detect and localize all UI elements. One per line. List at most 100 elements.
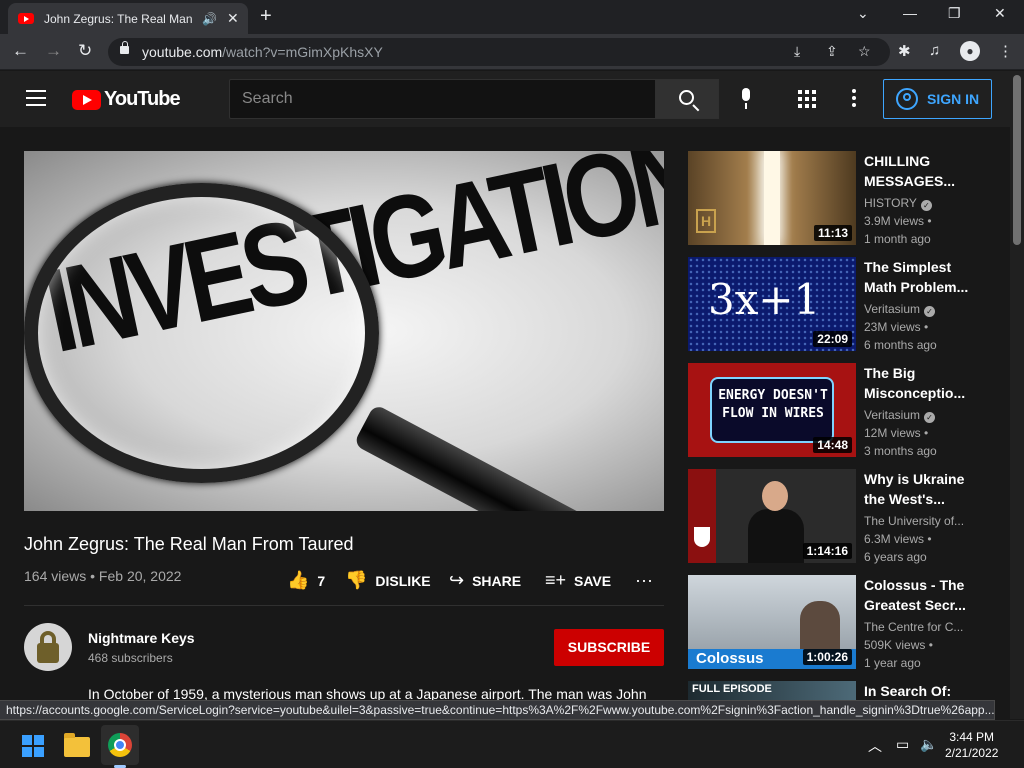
channel-avatar[interactable] [24, 623, 72, 671]
thumbnail-text: FULL EPISODE [692, 683, 772, 695]
channel-subscriber-count: 468 subscribers [88, 651, 173, 665]
settings-kebab-icon[interactable] [852, 89, 856, 109]
chrome-icon[interactable] [108, 733, 132, 757]
bookmark-star-icon[interactable]: ☆ [858, 43, 871, 60]
recommendation-item[interactable]: 1:14:16 Why is Ukraine the West's... The… [688, 469, 988, 564]
more-actions-button[interactable]: ··· [635, 570, 661, 591]
recommendation-item[interactable]: H 11:13 CHILLING MESSAGES... HISTORY ✓ 3.… [688, 151, 988, 246]
like-count: 7 [317, 572, 326, 589]
recommendation-thumbnail[interactable]: H 11:13 [688, 151, 856, 245]
url-text[interactable]: youtube.com/watch?v=mGimXpKhsXY [142, 44, 383, 60]
recommendation-title[interactable]: In Search Of: [864, 681, 974, 700]
page-scrollbar[interactable] [1010, 71, 1024, 719]
recommendation-views: 23M views • [864, 320, 929, 334]
search-button[interactable] [655, 79, 719, 119]
magnifying-glass-lens [24, 183, 379, 483]
video-views-date: 164 views • Feb 20, 2022 [24, 568, 182, 584]
video-duration: 11:13 [813, 225, 852, 241]
youtube-favicon-icon [18, 13, 34, 24]
share-page-icon[interactable]: ⇪ [826, 43, 838, 60]
install-app-icon[interactable]: ⤓ [794, 43, 800, 60]
windows-start-icon[interactable] [22, 735, 44, 757]
recommendation-thumbnail[interactable]: 3x+1 22:09 [688, 257, 856, 351]
back-arrow-icon[interactable]: ← [12, 41, 29, 61]
browser-toolbar: ← → ↻ youtube.com/watch?v=mGimXpKhsXY ⤓ … [0, 34, 1024, 70]
sign-in-button[interactable]: SIGN IN [883, 79, 992, 119]
search-icon [679, 90, 694, 105]
taskbar-clock[interactable]: 3:44 PM 2/21/2022 [945, 729, 998, 761]
windows-taskbar: ︿ ▭ 🔈 3:44 PM 2/21/2022 [0, 720, 1024, 768]
channel-name[interactable]: Nightmare Keys [88, 630, 195, 646]
youtube-play-logo-icon [72, 89, 101, 110]
thumbnail-text: 3x+1 [708, 275, 821, 324]
recommendation-item[interactable]: 3x+1 22:09 The Simplest Math Problem... … [688, 257, 988, 352]
dislike-button[interactable]: 👎 DISLIKE [345, 570, 431, 591]
speaker-icon[interactable]: 🔊 [202, 12, 217, 26]
reload-icon[interactable]: ↻ [78, 41, 92, 61]
recommendation-channel: Veritasium ✓ [864, 408, 974, 423]
divider [24, 605, 664, 606]
minimize-window-icon[interactable]: — [903, 5, 917, 21]
close-tab-icon[interactable]: ✕ [227, 10, 239, 27]
recommendation-thumbnail[interactable]: Colossus 1:00:26 [688, 575, 856, 669]
tab-title: John Zegrus: The Real Man From Taured - … [44, 11, 194, 26]
profile-avatar-icon[interactable]: ● [960, 41, 980, 61]
thumbnail-text: ENERGY DOESN'T FLOW IN WIRES [718, 388, 828, 421]
recommendation-item[interactable]: Colossus 1:00:26 Colossus - The Greatest… [688, 575, 988, 670]
share-button[interactable]: ↪ SHARE [449, 570, 521, 591]
tab-search-chevron-icon[interactable]: ⌄ [857, 5, 869, 22]
university-crest-icon [694, 527, 710, 547]
network-icon[interactable]: ▭ [896, 736, 909, 753]
share-label: SHARE [472, 572, 522, 589]
video-duration: 1:14:16 [802, 543, 852, 559]
recommendation-title[interactable]: CHILLING MESSAGES... [864, 151, 974, 191]
recommendation-channel: HISTORY ✓ [864, 196, 974, 211]
like-button[interactable]: 👍 7 [287, 570, 325, 591]
recommendation-thumbnail[interactable]: ENERGY DOESN'T FLOW IN WIRES 14:48 [688, 363, 856, 457]
subscribe-button[interactable]: SUBSCRIBE [554, 629, 664, 666]
save-label: SAVE [574, 572, 612, 589]
scrollbar-thumb[interactable] [1013, 75, 1021, 245]
magnifying-glass-handle [353, 403, 664, 511]
search-input[interactable] [230, 80, 655, 118]
verified-check-icon: ✓ [924, 412, 936, 423]
lock-icon[interactable] [120, 41, 129, 54]
recommendation-item[interactable]: ENERGY DOESN'T FLOW IN WIRES 14:48 The B… [688, 363, 988, 458]
volume-icon[interactable]: 🔈 [920, 736, 937, 753]
close-window-icon[interactable]: ✕ [994, 5, 1006, 22]
recommendation-title[interactable]: The Simplest Math Problem... [864, 257, 974, 297]
video-player[interactable]: INVESTIGATION [24, 151, 664, 511]
recommendation-views: 12M views • [864, 426, 929, 440]
dislike-label: DISLIKE [375, 572, 431, 589]
extensions-puzzle-icon[interactable]: ✱ [898, 42, 911, 60]
sign-in-label: SIGN IN [927, 91, 980, 107]
restore-window-icon[interactable]: ❐ [948, 5, 961, 22]
recommendation-thumbnail[interactable]: FULL EPISODE [688, 681, 856, 700]
recommendation-age: 6 years ago [864, 550, 927, 564]
media-controls-icon[interactable]: ♫ [929, 42, 940, 59]
recommendation-title[interactable]: Colossus - The Greatest Secr... [864, 575, 974, 615]
recommendation-title[interactable]: The Big Misconceptio... [864, 363, 974, 403]
browser-tab-active[interactable]: John Zegrus: The Real Man From Taured - … [8, 3, 248, 34]
show-hidden-icons-chevron-icon[interactable]: ︿ [868, 736, 882, 756]
recommendation-thumbnail[interactable]: 1:14:16 [688, 469, 856, 563]
youtube-logo-text: YouTube [104, 88, 181, 110]
youtube-logo[interactable]: YouTube [72, 88, 181, 111]
recommendation-title[interactable]: Why is Ukraine the West's... [864, 469, 974, 509]
save-button[interactable]: ≡+ SAVE [545, 570, 611, 591]
forward-arrow-icon[interactable]: → [45, 41, 62, 61]
microphone-icon[interactable] [740, 88, 752, 110]
hamburger-menu-icon[interactable] [26, 90, 46, 106]
chrome-menu-icon[interactable]: ⋮ [998, 42, 1013, 60]
recommendation-age: 3 months ago [864, 444, 937, 458]
youtube-masthead: YouTube SIGN IN [0, 71, 1010, 127]
recommendation-item[interactable]: FULL EPISODE In Search Of: [688, 681, 988, 700]
file-explorer-icon[interactable] [64, 733, 90, 757]
video-duration: 22:09 [813, 331, 852, 347]
recommendation-channel: Veritasium ✓ [864, 302, 974, 317]
youtube-apps-icon[interactable] [798, 90, 816, 108]
recommendation-views: 6.3M views • [864, 532, 932, 546]
new-tab-icon[interactable]: + [260, 5, 272, 28]
recommendation-views: 3.9M views • [864, 214, 932, 228]
address-bar[interactable]: youtube.com/watch?v=mGimXpKhsXY ⤓ ⇪ ☆ [108, 38, 890, 66]
